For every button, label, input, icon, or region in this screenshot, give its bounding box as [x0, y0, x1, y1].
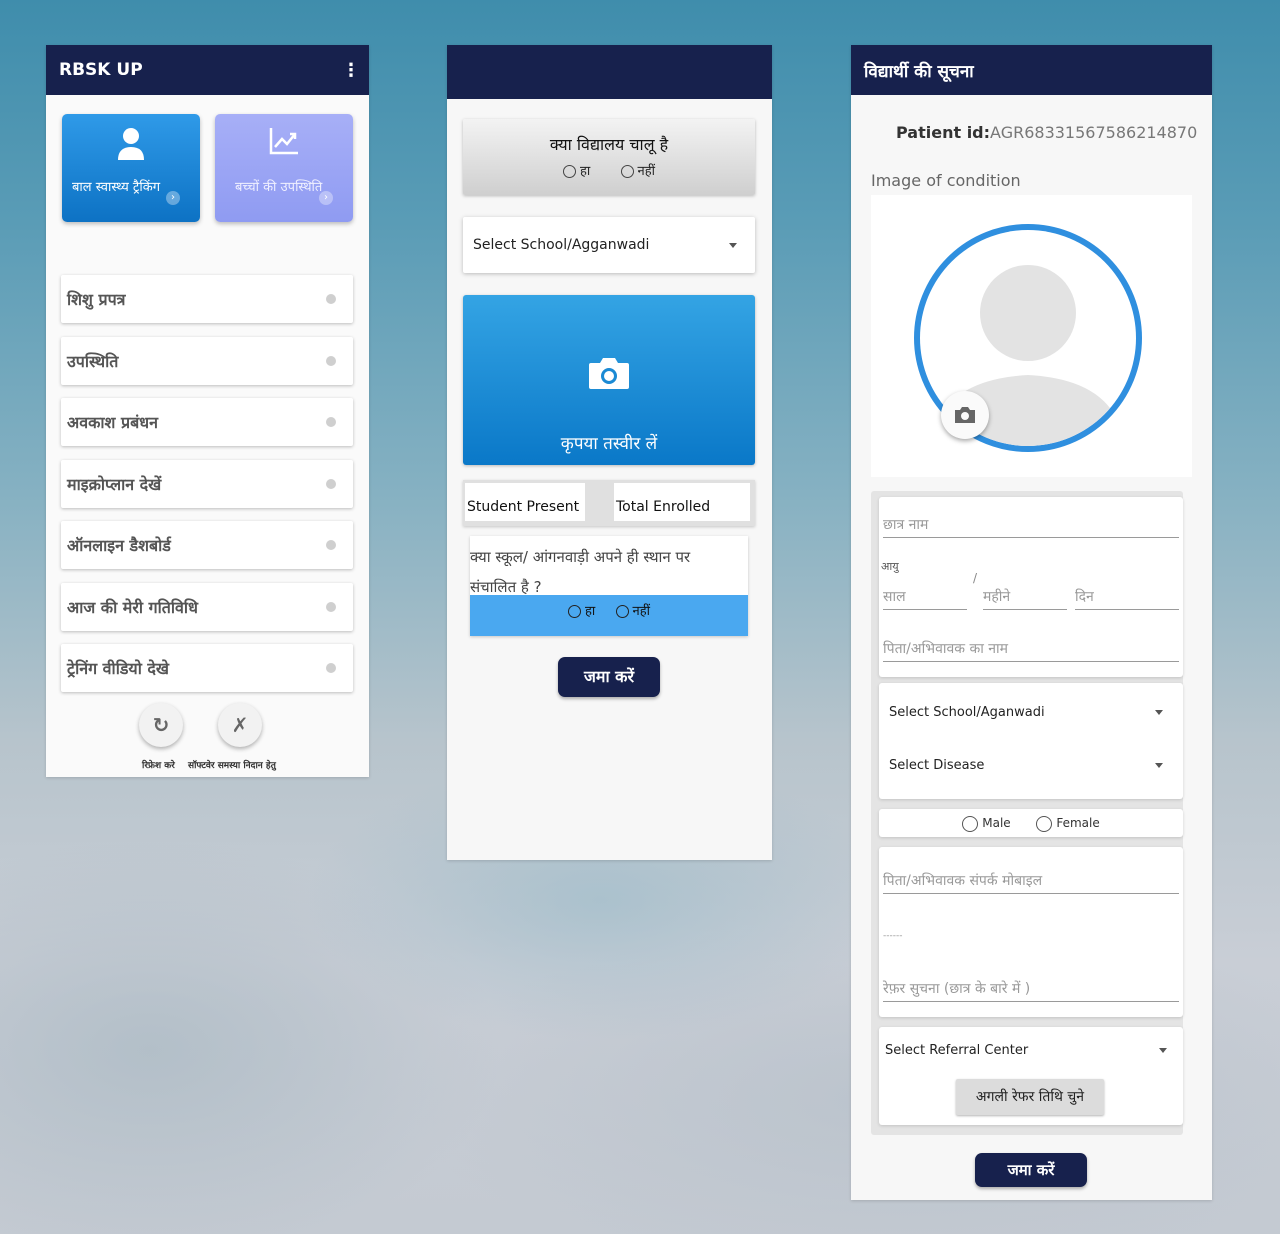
- dropdown-arrow-icon: [1155, 763, 1163, 768]
- radio-yes[interactable]: हा: [567, 604, 595, 619]
- dropdown-arrow-icon: [729, 243, 737, 248]
- dropdown-arrow-icon: [1159, 1048, 1167, 1053]
- patient-id: Patient id:AGR68331567586214870: [896, 123, 1198, 142]
- menu-item-label: ट्रेनिंग वीडियो देखे: [67, 659, 169, 678]
- chevron-right-icon: ›: [319, 191, 333, 205]
- refresh-icon: ↻: [152, 713, 170, 737]
- student-name-input[interactable]: छात्र नाम: [883, 515, 1179, 538]
- tools-icon: ✗: [231, 713, 249, 737]
- dot-icon: [326, 294, 336, 304]
- age-label: आयु: [881, 560, 899, 573]
- select-school-dropdown[interactable]: Select School/Agganwadi: [463, 217, 755, 273]
- camera-capture-button[interactable]: कृपया तस्वीर लें: [463, 295, 755, 465]
- refresh-button[interactable]: ↻: [139, 703, 183, 747]
- app-bar: विद्यार्थी की सूचना: [851, 45, 1212, 95]
- kebab-menu-icon[interactable]: ⋮: [342, 60, 360, 81]
- refer-info-input[interactable]: रेफ़र सुचना (छात्र के बारे में ): [883, 979, 1179, 1002]
- age-month-input[interactable]: महीने: [983, 587, 1067, 610]
- menu-item-online-dashboard[interactable]: ऑनलाइन डैशबोर्ड: [61, 521, 353, 569]
- card-child-attendance[interactable]: बच्चों की उपस्थिति ›: [215, 114, 353, 222]
- radio-no[interactable]: नहीं: [620, 164, 655, 179]
- small-label: ------: [883, 931, 903, 941]
- school-open-question-box: क्या विद्यालय चालू है हा नहीं: [463, 119, 755, 195]
- form-panel: छात्र नाम आयु / साल महीने दिन पिता/अभिवा…: [871, 491, 1183, 1135]
- menu-item-leave-management[interactable]: अवकाश प्रबंधन: [61, 398, 353, 446]
- trend-chart-icon: [215, 126, 353, 160]
- menu-item-label: उपस्थिति: [67, 352, 119, 371]
- student-present-field[interactable]: Student Present: [465, 483, 585, 521]
- chevron-right-icon: ›: [166, 191, 180, 205]
- select-label: Select School/Agganwadi: [473, 237, 650, 253]
- dot-icon: [326, 356, 336, 366]
- gender-card: Male Female: [879, 809, 1183, 837]
- troubleshoot-label: सॉफ्टवेर समस्या निदान हेतु: [188, 761, 276, 771]
- select-card: Select School/Aganwadi Select Disease: [879, 683, 1183, 799]
- select-school-dropdown[interactable]: Select School/Aganwadi: [879, 693, 1183, 733]
- radio-no[interactable]: नहीं: [615, 604, 650, 619]
- camera-label: कृपया तस्वीर लें: [560, 434, 658, 454]
- menu-item-training-video[interactable]: ट्रेनिंग वीडियो देखे: [61, 644, 353, 692]
- dot-icon: [326, 540, 336, 550]
- screen-title: विद्यार्थी की सूचना: [864, 61, 974, 82]
- total-enrolled-field[interactable]: Total Enrolled: [614, 483, 750, 521]
- guardian-mobile-input[interactable]: पिता/अभिवावक संपर्क मोबाइल: [883, 871, 1179, 894]
- dot-icon: [326, 417, 336, 427]
- user-icon: [62, 126, 200, 166]
- referral-card: Select Referral Center अगली रेफर तिथि चु…: [879, 1027, 1183, 1125]
- image-panel: [871, 195, 1192, 477]
- screen-home: RBSK UP ⋮ बाल स्वास्थ्य ट्रैकिंग › बच्चो…: [46, 45, 369, 777]
- card-child-health-tracking[interactable]: बाल स्वास्थ्य ट्रैकिंग ›: [62, 114, 200, 222]
- app-bar: RBSK UP ⋮: [46, 45, 369, 95]
- screen-student-info: विद्यार्थी की सूचना Patient id:AGR683315…: [851, 45, 1212, 1200]
- guardian-name-input[interactable]: पिता/अभिवावक का नाम: [883, 639, 1179, 662]
- avatar-placeholder: [914, 224, 1142, 452]
- radio-male[interactable]: Male: [962, 815, 1011, 832]
- dropdown-arrow-icon: [1155, 710, 1163, 715]
- age-year-input[interactable]: साल: [883, 587, 967, 610]
- menu-item-microplan[interactable]: माइक्रोप्लान देखें: [61, 460, 353, 508]
- camera-icon[interactable]: [941, 391, 989, 439]
- menu-item-label: माइक्रोप्लान देखें: [67, 475, 162, 494]
- count-row: Student Present Total Enrolled: [463, 480, 755, 526]
- student-basic-card: छात्र नाम आयु / साल महीने दिन पिता/अभिवा…: [879, 497, 1183, 677]
- next-refer-date-button[interactable]: अगली रेफर तिथि चुने: [956, 1079, 1104, 1115]
- question-text: क्या स्कूल/ आंगनवाड़ी अपने ही स्थान पर स…: [470, 548, 691, 596]
- dot-icon: [326, 663, 336, 673]
- question-text: क्या विद्यालय चालू है: [549, 135, 669, 154]
- menu-item-infant-form[interactable]: शिशु प्रपत्र: [61, 275, 353, 323]
- same-place-question-box: क्या स्कूल/ आंगनवाड़ी अपने ही स्थान पर स…: [470, 536, 748, 636]
- age-day-input[interactable]: दिन: [1075, 587, 1179, 610]
- age-separator: /: [973, 571, 978, 585]
- yes-no-row: हा नहीं: [470, 595, 748, 636]
- app-title: RBSK UP: [59, 60, 143, 80]
- menu-item-label: ऑनलाइन डैशबोर्ड: [67, 536, 171, 555]
- dot-icon: [326, 479, 336, 489]
- app-bar: [447, 45, 772, 99]
- radio-yes[interactable]: हा: [562, 164, 590, 179]
- contact-card: पिता/अभिवावक संपर्क मोबाइल ------ रेफ़र …: [879, 847, 1183, 1017]
- image-label: Image of condition: [871, 171, 1021, 190]
- dot-icon: [326, 602, 336, 612]
- camera-icon: [587, 355, 631, 395]
- select-disease-dropdown[interactable]: Select Disease: [879, 746, 1183, 786]
- menu-item-label: आज की मेरी गतिविधि: [67, 598, 198, 617]
- submit-button[interactable]: जमा करें: [558, 657, 660, 697]
- tools-button[interactable]: ✗: [218, 703, 262, 747]
- screen-school-attendance: क्या विद्यालय चालू है हा नहीं Select Sch…: [447, 45, 772, 860]
- menu-item-today-activity[interactable]: आज की मेरी गतिविधि: [61, 583, 353, 631]
- submit-button[interactable]: जमा करें: [975, 1153, 1087, 1187]
- menu-item-label: अवकाश प्रबंधन: [67, 413, 158, 432]
- refresh-label: रिफ्रेश करे: [142, 761, 175, 771]
- menu-item-label: शिशु प्रपत्र: [67, 290, 126, 309]
- menu-item-attendance[interactable]: उपस्थिति: [61, 337, 353, 385]
- radio-female[interactable]: Female: [1036, 815, 1100, 832]
- card-label: बाल स्वास्थ्य ट्रैकिंग: [72, 180, 161, 195]
- select-referral-dropdown[interactable]: Select Referral Center: [879, 1031, 1183, 1071]
